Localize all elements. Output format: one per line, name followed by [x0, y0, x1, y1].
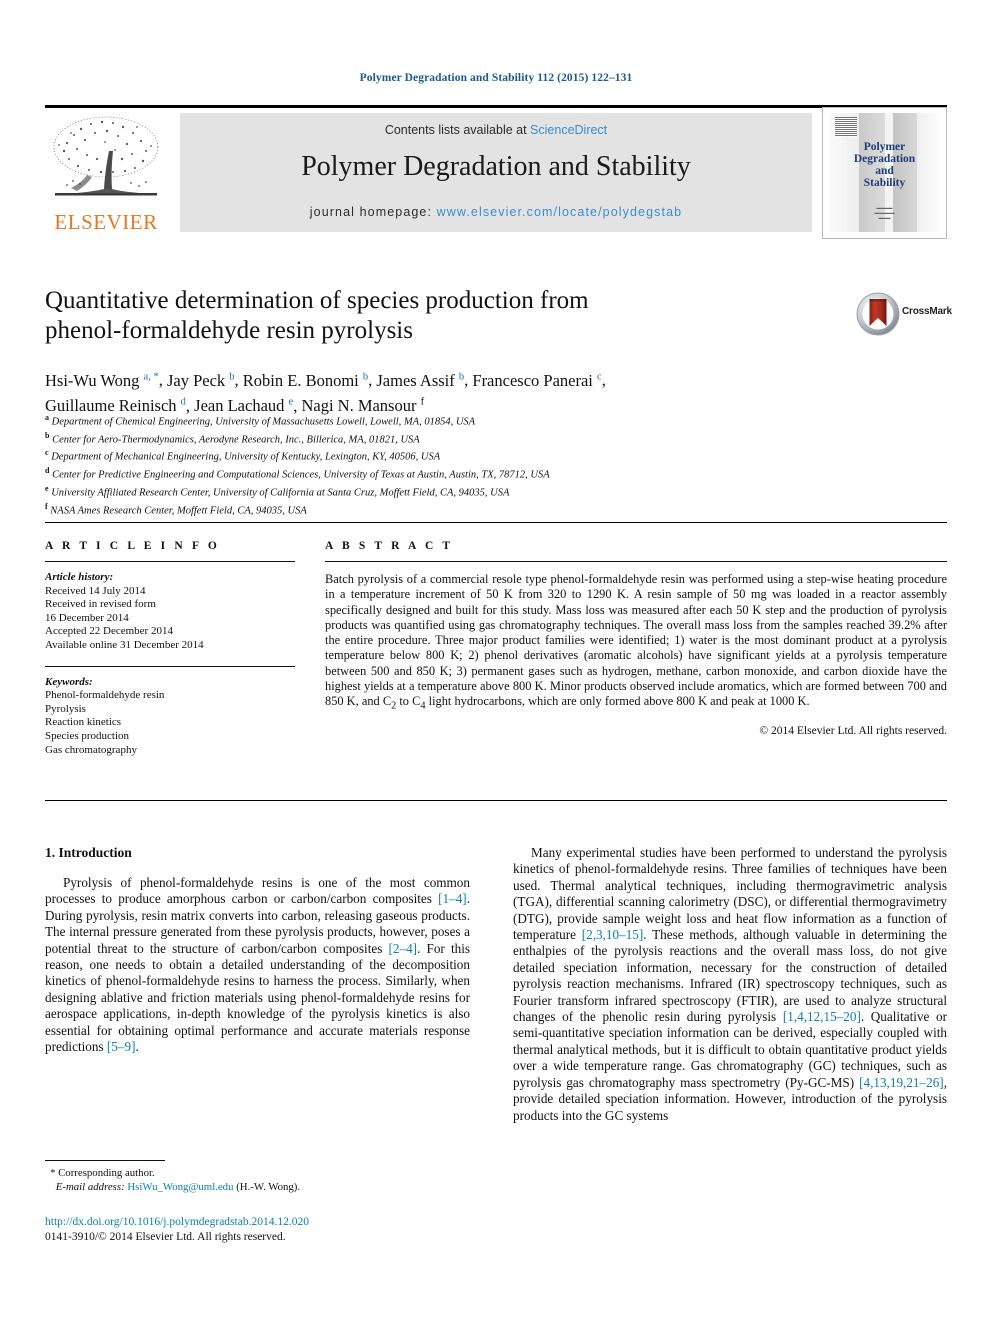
crossmark-label: CrossMark [902, 306, 952, 317]
history-item: Accepted 22 December 2014 [45, 625, 173, 638]
cover-inner: Polymer Degradation and Stability ▬▬▬▬ ▬▬… [829, 113, 940, 232]
title-line-1: Quantitative determination of species pr… [45, 287, 589, 314]
body-column-left: 1. Introduction Pyrolysis of phenol-form… [45, 845, 470, 1055]
history-item: Received in revised form [45, 598, 156, 611]
copyright-line: © 2014 Elsevier Ltd. All rights reserved… [759, 725, 947, 738]
cover-title-line-1: Polymer [863, 141, 906, 153]
article-info-heading: A R T I C L E I N F O [45, 540, 220, 552]
affiliation-item: f NASA Ames Research Center, Moffett Fie… [45, 501, 307, 517]
citation-link[interactable]: [2,3,10–15] [582, 927, 644, 942]
corresponding-label: Corresponding author. [58, 1167, 155, 1179]
crossmark-icon [856, 292, 900, 336]
cover-footer-text: ▬▬▬▬ ▬▬▬▬▬ ▬▬▬ [874, 205, 895, 220]
title-line-2: phenol-formaldehyde resin pyrolysis [45, 317, 413, 344]
journal-cover-thumbnail: Polymer Degradation and Stability ▬▬▬▬ ▬▬… [822, 107, 947, 239]
footnote-text: * Corresponding author. E-mail address: … [45, 1167, 470, 1194]
journal-homepage-line: journal homepage: www.elsevier.com/locat… [180, 205, 812, 219]
citation-link[interactable]: [1–4] [438, 891, 467, 906]
keywords-block: Keywords: Phenol-formaldehyde resin Pyro… [45, 676, 295, 758]
section-title-introduction: 1. Introduction [45, 845, 132, 860]
affiliation-text: Department of Mechanical Engineering, Un… [51, 451, 441, 463]
corresponding-star: * [50, 1168, 56, 1179]
affiliation-text: NASA Ames Research Center, Moffett Field… [50, 505, 307, 517]
abstract-column: A B S T R A C T Batch pyrolysis of a com… [325, 540, 947, 737]
author-1: Hsi-Wu Wong a, * [45, 370, 159, 390]
keyword-item: Reaction kinetics [45, 716, 122, 729]
email-suffix: (H.-W. Wong). [236, 1180, 301, 1193]
affiliation-item: b Center for Aero-Thermodynamics, Aerody… [45, 430, 420, 446]
author-4: James Assif b [376, 370, 465, 390]
journal-title: Polymer Degradation and Stability [301, 151, 691, 182]
citation-link[interactable]: [2–4] [388, 941, 417, 956]
article-info-rule [45, 561, 295, 562]
journal-homepage-link[interactable]: www.elsevier.com/locate/polydegstab [437, 205, 683, 219]
author-2: Jay Peck b [166, 370, 235, 390]
doi-link[interactable]: http://dx.doi.org/10.1016/j.polymdegrads… [45, 1215, 470, 1230]
affiliation-text: Center for Predictive Engineering and Co… [52, 469, 550, 481]
article-info-column: A R T I C L E I N F O Article history: R… [45, 540, 295, 757]
corresponding-author-footnote: * Corresponding author. E-mail address: … [45, 1160, 470, 1194]
affiliation-item: d Center for Predictive Engineering and … [45, 466, 550, 481]
contents-available-line: Contents lists available at ScienceDirec… [180, 123, 812, 137]
cover-title-line-3: and [875, 165, 894, 177]
history-item: Available online 31 December 2014 [45, 638, 204, 651]
citation-link[interactable]: [5–9] [107, 1039, 136, 1054]
article-history-block: Article history: Received 14 July 2014 R… [45, 571, 295, 653]
chem-formula: C4 [412, 694, 426, 712]
elsevier-tree-icon [53, 116, 159, 196]
article-history-label: Article history: [45, 571, 114, 583]
cover-elsevier-mark-icon [835, 117, 857, 137]
contents-prefix: Contents lists available at [384, 123, 531, 137]
abstract-heading: A B S T R A C T [325, 540, 454, 552]
masthead-top-rule [45, 105, 947, 108]
journal-masthead: ELSEVIER Contents lists available at Sci… [45, 105, 947, 239]
abstract-band-top-rule [45, 522, 947, 523]
elsevier-wordmark: ELSEVIER [54, 210, 158, 234]
abstract-rule [325, 561, 947, 562]
author-5: Francesco Panerai c [472, 370, 602, 390]
affiliation-text: Center for Aero-Thermodynamics, Aerodyne… [52, 434, 420, 446]
intro-paragraph-left: Pyrolysis of phenol-formaldehyde resins … [45, 875, 470, 1055]
issn-copyright-line: 0141-3910/© 2014 Elsevier Ltd. All right… [45, 1231, 286, 1243]
keyword-item: Species production [45, 729, 130, 742]
journal-band: Contents lists available at ScienceDirec… [180, 113, 812, 232]
footnote-rule [45, 1160, 165, 1161]
chem-formula: C2 [382, 694, 397, 712]
citation-link[interactable]: [4,13,19,21–26] [859, 1075, 944, 1090]
crossmark-badge[interactable]: CrossMark [856, 292, 952, 336]
affiliation-list: a Department of Chemical Engineering, Un… [45, 411, 945, 517]
elsevier-logo: ELSEVIER [47, 113, 165, 235]
citation-link[interactable]: [1,4,12,15–20] [783, 1009, 861, 1024]
cover-title-line-4: Stability [863, 177, 906, 189]
affiliation-text: University Affiliated Research Center, U… [51, 487, 510, 499]
keyword-item: Phenol-formaldehyde resin [45, 689, 165, 702]
affiliation-text: Department of Chemical Engineering, Univ… [51, 416, 476, 428]
email-label: E-mail address: [55, 1180, 125, 1193]
cover-title-line-2: Degradation [853, 153, 916, 165]
keywords-rule [45, 665, 295, 667]
doi-block: http://dx.doi.org/10.1016/j.polymdegrads… [45, 1215, 470, 1245]
keywords-label: Keywords: [45, 675, 93, 688]
cover-title: Polymer Degradation and Stability [829, 141, 940, 189]
keyword-item: Pyrolysis [45, 702, 86, 715]
body-column-right: Many experimental studies have been perf… [513, 845, 947, 1124]
author-list: Hsi-Wu Wong a, *, Jay Peck b, Robin E. B… [45, 370, 606, 416]
history-item: 16 December 2014 [45, 611, 129, 624]
abstract-band-bottom-rule [45, 800, 947, 801]
article-header: Quantitative determination of species pr… [45, 286, 805, 417]
abstract-text: Batch pyrolysis of a commercial resole t… [325, 572, 947, 712]
email-link[interactable]: HsiWu_Wong@uml.edu [127, 1181, 233, 1193]
affiliation-item: e University Affiliated Research Center,… [45, 483, 510, 499]
sciencedirect-link[interactable]: ScienceDirect [530, 123, 607, 137]
paper-page: Polymer Degradation and Stability 112 (2… [0, 0, 992, 1323]
affiliation-item: c Department of Mechanical Engineering, … [45, 448, 441, 463]
author-3: Robin E. Bonomi b [242, 370, 369, 390]
keyword-item: Gas chromatography [45, 743, 137, 756]
page-title: Quantitative determination of species pr… [45, 286, 805, 346]
homepage-prefix: journal homepage: [309, 205, 437, 219]
intro-paragraph-right: Many experimental studies have been perf… [513, 845, 947, 1123]
history-item: Received 14 July 2014 [45, 584, 146, 597]
running-head: Polymer Degradation and Stability 112 (2… [359, 72, 633, 84]
affiliation-item: a Department of Chemical Engineering, Un… [45, 413, 476, 428]
